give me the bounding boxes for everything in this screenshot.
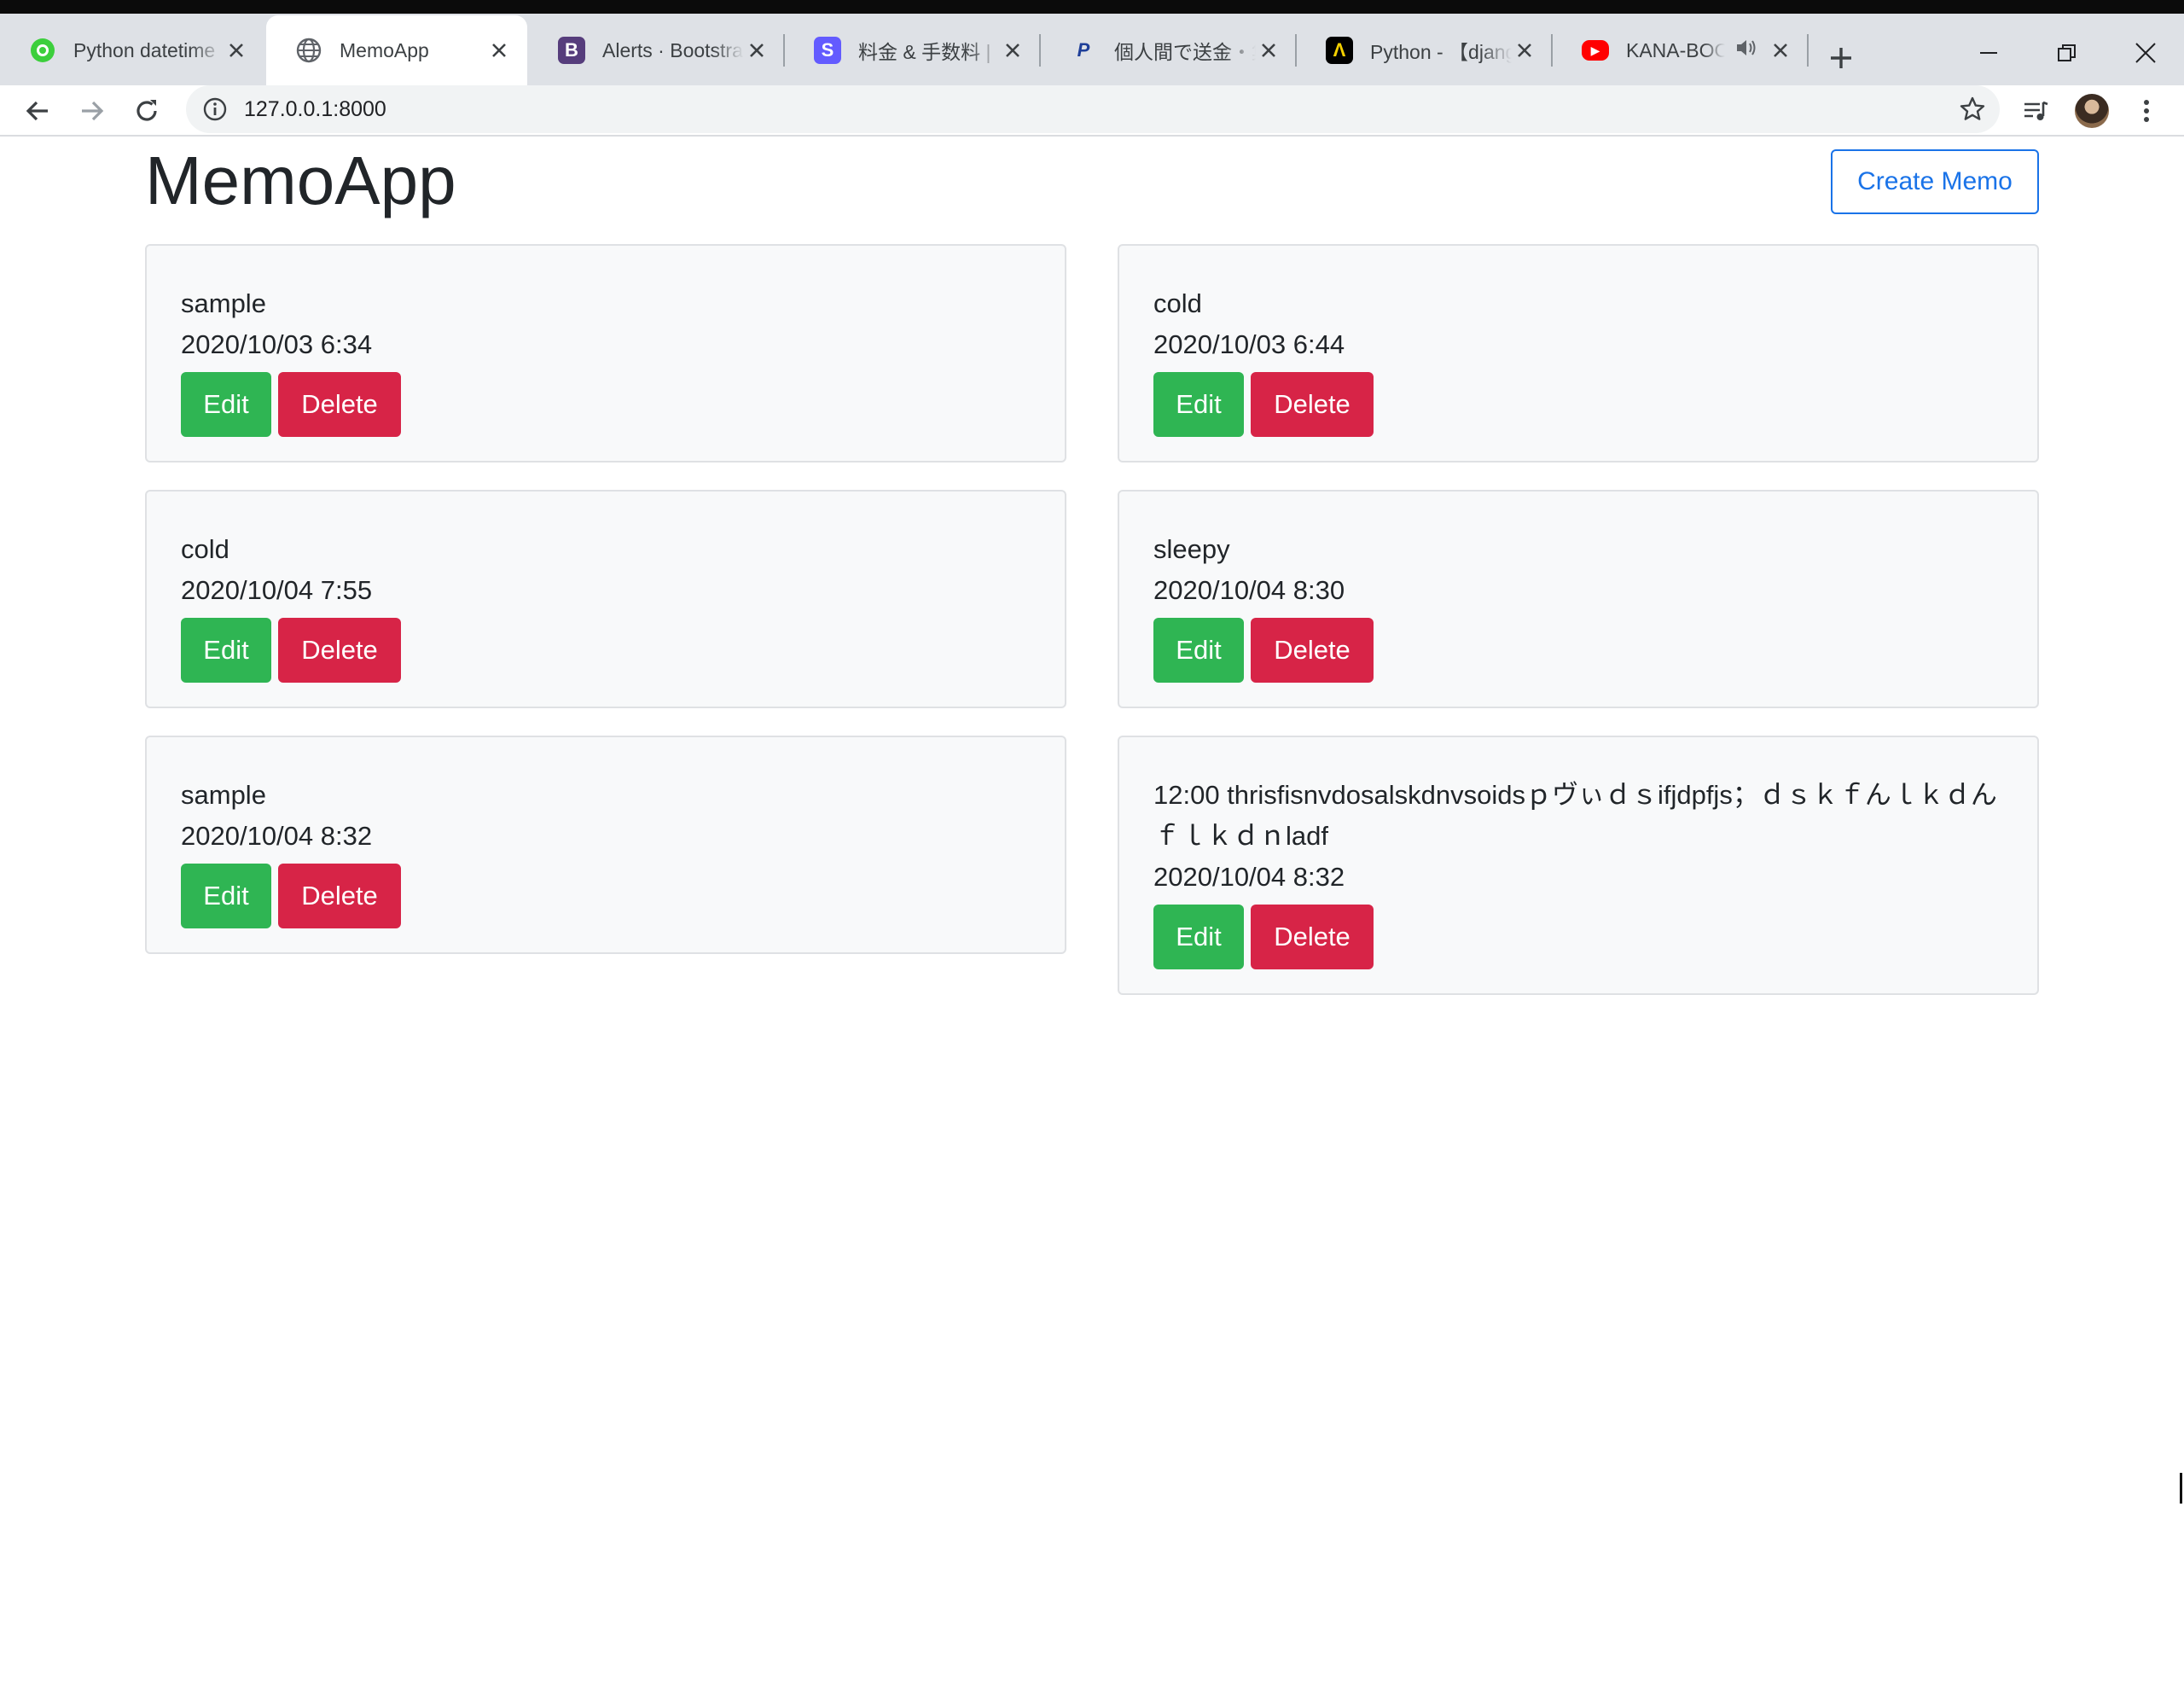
memo-actions: Edit Delete: [1153, 618, 1374, 683]
tab-title: KANA-BOON: [1626, 38, 1725, 61]
memo-date: 2020/10/04 8:30: [1153, 575, 1345, 605]
tab-title: Alerts · Bootstrap: [602, 38, 744, 61]
tab-strip: Python datetime MemoApp B Alerts · Boots…: [0, 14, 2184, 85]
delete-button[interactable]: Delete: [1251, 618, 1374, 683]
window-top-edge: [0, 0, 2184, 14]
memo-actions: Edit Delete: [181, 618, 401, 683]
close-window-button[interactable]: [2116, 31, 2175, 75]
edit-button[interactable]: Edit: [1153, 905, 1244, 969]
browser-toolbar: 127.0.0.1:8000: [0, 85, 2184, 137]
tab-close-icon[interactable]: [486, 38, 512, 63]
memo-text: sample: [181, 288, 266, 318]
tab-title: Python datetime: [73, 38, 216, 61]
memo-text: cold: [1153, 288, 1202, 318]
delete-button[interactable]: Delete: [278, 864, 401, 928]
delete-button[interactable]: Delete: [278, 372, 401, 437]
page-title: MemoApp: [145, 143, 456, 218]
tab-separator: [1807, 34, 1809, 67]
memo-card: cold 2020/10/04 7:55 Edit Delete: [145, 490, 1066, 708]
tab-close-icon[interactable]: [1256, 38, 1281, 63]
edit-button[interactable]: Edit: [1153, 618, 1244, 683]
new-tab-button[interactable]: [1822, 39, 1860, 77]
tab-close-icon[interactable]: [744, 38, 770, 63]
text-cursor: [2180, 1473, 2182, 1504]
memo-date: 2020/10/03 6:44: [1153, 329, 1345, 359]
minimize-button[interactable]: [1959, 31, 2018, 75]
atcoder-icon: Λ: [1326, 37, 1353, 64]
avatar-image: [2075, 94, 2109, 128]
create-memo-button[interactable]: Create Memo: [1831, 149, 2039, 214]
paypal-icon: P: [1077, 39, 1090, 61]
edit-button[interactable]: Edit: [181, 372, 271, 437]
memo-date: 2020/10/03 6:34: [181, 329, 373, 359]
bookmark-star-icon[interactable]: [1957, 94, 1988, 125]
tab-bootstrap-alerts[interactable]: B Alerts · Bootstrap: [529, 15, 785, 85]
memo-text: sleepy: [1153, 534, 1230, 564]
bootstrap-icon: B: [558, 37, 585, 64]
tab-paypal[interactable]: P 個人間で送金・集: [1041, 15, 1297, 85]
memo-actions: Edit Delete: [181, 864, 401, 928]
edit-button[interactable]: Edit: [181, 618, 271, 683]
tab-title: 個人間で送金・集: [1114, 41, 1256, 63]
profile-avatar[interactable]: [2071, 90, 2112, 131]
globe-icon: [295, 37, 322, 64]
page-content: MemoApp Create Memo sample 2020/10/03 6:…: [0, 137, 2184, 1693]
memo-card: sample 2020/10/04 8:32 Edit Delete: [145, 736, 1066, 954]
info-icon[interactable]: [201, 96, 229, 123]
address-bar[interactable]: 127.0.0.1:8000: [186, 85, 2000, 133]
back-button[interactable]: [17, 90, 58, 131]
youtube-icon: ▶: [1582, 40, 1609, 61]
browser-menu-button[interactable]: [2126, 90, 2167, 131]
tab-title: MemoApp: [340, 38, 429, 61]
memo-card: sample 2020/10/03 6:34 Edit Delete: [145, 244, 1066, 463]
tab-python-datetime[interactable]: Python datetime: [0, 15, 264, 85]
memo-actions: Edit Delete: [1153, 905, 1374, 969]
audio-playing-icon[interactable]: [1735, 38, 1757, 63]
tab-close-icon[interactable]: [224, 38, 249, 63]
tab-python-django[interactable]: Λ Python - 【django: [1297, 15, 1553, 85]
memo-card: 12:00 thrisfisnvdosalskdnvsoidsｐヴぃｄｓifjd…: [1118, 736, 2039, 995]
memo-date: 2020/10/04 7:55: [181, 575, 373, 605]
tab-memoapp[interactable]: MemoApp: [266, 15, 527, 85]
reload-button[interactable]: [126, 90, 167, 131]
tab-close-icon[interactable]: [1000, 38, 1025, 63]
memo-actions: Edit Delete: [1153, 372, 1374, 437]
media-control-button[interactable]: [2015, 90, 2056, 131]
tab-title: Python - 【django: [1370, 41, 1512, 63]
tab-title: 料金 & 手数料 |: [858, 41, 991, 63]
delete-button[interactable]: Delete: [1251, 372, 1374, 437]
restore-button[interactable]: [2037, 31, 2097, 75]
green-circle-icon: [29, 37, 56, 64]
memo-date: 2020/10/04 8:32: [1153, 862, 1345, 892]
stripe-icon: S: [814, 37, 841, 64]
memo-text: cold: [181, 534, 229, 564]
delete-button[interactable]: Delete: [1251, 905, 1374, 969]
url-text[interactable]: 127.0.0.1:8000: [244, 96, 386, 123]
delete-button[interactable]: Delete: [278, 618, 401, 683]
edit-button[interactable]: Edit: [1153, 372, 1244, 437]
memo-text: sample: [181, 780, 266, 810]
edit-button[interactable]: Edit: [181, 864, 271, 928]
memo-card: sleepy 2020/10/04 8:30 Edit Delete: [1118, 490, 2039, 708]
memo-text: 12:00 thrisfisnvdosalskdnvsoidsｐヴぃｄｓifjd…: [1153, 780, 1997, 851]
tab-close-icon[interactable]: [1512, 38, 1537, 63]
tab-close-icon[interactable]: [1768, 38, 1793, 63]
memo-date: 2020/10/04 8:32: [181, 821, 373, 851]
tab-youtube-kana-boon[interactable]: ▶ KANA-BOON: [1553, 15, 1809, 85]
memo-card: cold 2020/10/03 6:44 Edit Delete: [1118, 244, 2039, 463]
tab-stripe-pricing[interactable]: S 料金 & 手数料 |: [785, 15, 1041, 85]
forward-button[interactable]: [72, 90, 113, 131]
memo-actions: Edit Delete: [181, 372, 401, 437]
